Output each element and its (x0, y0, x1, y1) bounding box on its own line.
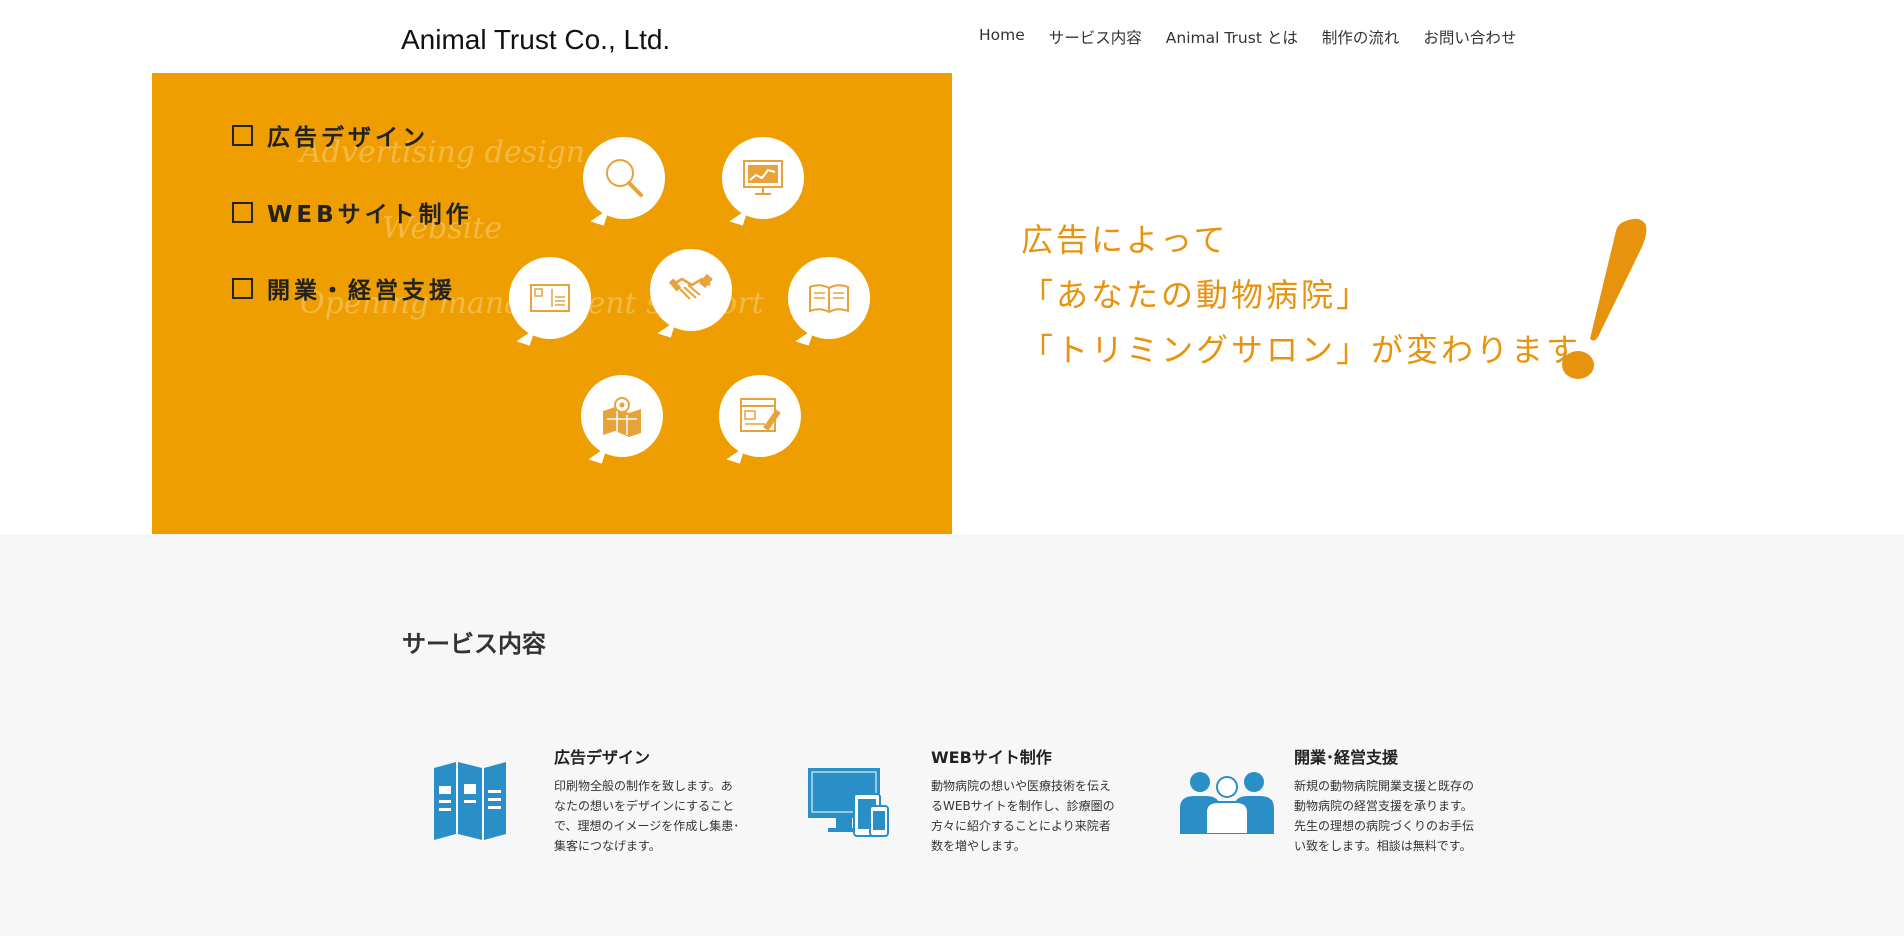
hero-menu-label: WEBサイト制作 (267, 202, 473, 228)
bubble-magnifier (583, 137, 665, 219)
site-brand[interactable]: Animal Trust Co., Ltd. (401, 24, 670, 56)
service-text: 印刷物全般の制作を致します。あなたの想いをデザインにすることで、理想のイメージを… (554, 779, 740, 853)
service-text: 動物病院の想いや医療技術を伝えるWEBサイトを制作し、診療圏の方々に紹介すること… (931, 779, 1115, 853)
hero-menu-label: 開業・経営支援 (267, 278, 456, 304)
hero-menu-label: 広告デザイン (267, 125, 429, 151)
devices-icon (808, 768, 889, 837)
checkbox-square (232, 278, 253, 299)
bubble-book (788, 257, 870, 339)
monitor-chart-icon (743, 160, 783, 195)
checkbox-square (232, 125, 253, 146)
bubble-browser (719, 375, 801, 457)
service-title: 開業･経営支援 (1294, 748, 1399, 767)
bubble-handshake (650, 249, 732, 331)
magnifier-icon (606, 159, 643, 197)
people-icon (1180, 772, 1274, 834)
hero-orange-panel: Advertising design Website Opening manag… (152, 73, 952, 534)
hero-banner: Advertising design Website Opening manag… (0, 73, 1904, 534)
tagline-line-3: 「トリミングサロン」が変わります (1021, 331, 1582, 369)
exclamation-mark-icon (1562, 218, 1647, 379)
main-nav: Home サービス内容 Animal Trust とは 制作の流れ お問い合わせ (979, 26, 1516, 48)
tagline-line-2: 「あなたの動物病院」 (1021, 276, 1372, 314)
hero-menu-website: WEBサイト制作 (232, 195, 473, 229)
services-section: サービス内容 広告デザイン 印刷物全般の制作を致します。あなたの想いをデザインに… (0, 534, 1904, 936)
nav-home[interactable]: Home (979, 26, 1025, 48)
bubble-monitor (722, 137, 804, 219)
handshake-icon (668, 273, 713, 300)
services-title: サービス内容 (402, 630, 546, 658)
service-text: 新規の動物病院開業支援と既存の動物病院の経営支援を承ります。先生の理想の病院づく… (1294, 779, 1475, 853)
nav-about[interactable]: Animal Trust とは (1166, 26, 1298, 48)
nav-services[interactable]: サービス内容 (1049, 26, 1142, 48)
brochure-icon (434, 762, 506, 840)
book-icon (809, 284, 849, 314)
hero-tagline: 広告によって 「あなたの動物病院」 「トリミングサロン」が変わります (1021, 213, 1581, 378)
hero-menu-advertising: 広告デザイン (232, 118, 429, 152)
nav-flow[interactable]: 制作の流れ (1322, 26, 1400, 48)
browser-edit-icon (740, 398, 781, 432)
hero-menu-opening: 開業・経営支援 (232, 271, 456, 305)
nav-contact[interactable]: お問い合わせ (1423, 26, 1516, 48)
bubble-map (581, 375, 663, 457)
map-pin-icon (603, 397, 641, 437)
service-title: WEBサイト制作 (931, 748, 1052, 767)
bubble-postcard (509, 257, 591, 339)
checkbox-square (232, 202, 253, 223)
postcard-icon (530, 284, 570, 312)
service-item-opening: 開業･経営支援 新規の動物病院開業支援と既存の動物病院の経営支援を承ります。先生… (1294, 744, 1654, 864)
tagline-line-1: 広告によって (1021, 221, 1229, 259)
service-title: 広告デザイン (554, 748, 651, 767)
site-header: Animal Trust Co., Ltd. Home サービス内容 Anima… (0, 0, 1904, 74)
